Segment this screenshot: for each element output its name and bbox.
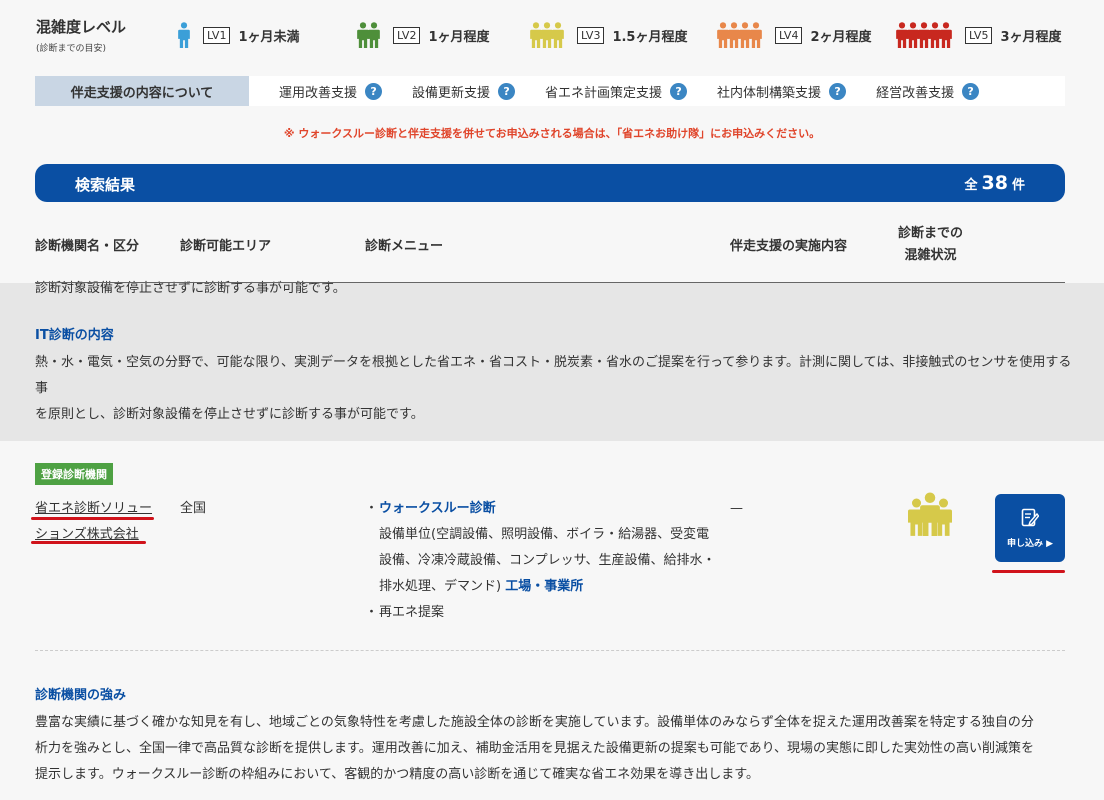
it-diagnosis-line: 熱・水・電気・空気の分野で、可能な限り、実測データを根拠とした省エネ・省コスト・… xyxy=(35,355,1072,396)
help-icon[interactable]: ? xyxy=(498,82,516,100)
support-item-equipment[interactable]: 設備更新支援? xyxy=(412,82,516,101)
level-text: 1ヶ月未満 xyxy=(238,29,300,45)
legend-level-3: LV3 1.5ヶ月程度 xyxy=(530,20,687,50)
column-header-menu: 診断メニュー xyxy=(365,239,444,254)
support-heading: 伴走支援の内容について xyxy=(35,76,249,106)
column-header-support: 伴走支援の実施内容 xyxy=(730,239,848,254)
strengths-line: 豊富な実績に基づく確かな知見を有し、地域ごとの気象特性を考慮した施設全体の診断を… xyxy=(35,715,1034,730)
column-header-name: 診断機関名・区分 xyxy=(35,239,140,254)
apply-button[interactable]: 申し込み ▶ xyxy=(995,494,1065,562)
column-header-congestion-line1: 診断までの xyxy=(898,226,964,241)
edit-document-icon xyxy=(1021,508,1039,527)
highlight-underline xyxy=(31,517,154,520)
diagnosis-menu: ・ ウォークスルー診断 設備単位(空調設備、照明設備、ボイラ・給湯器、受変電 設… xyxy=(365,496,715,626)
section-divider xyxy=(35,650,1065,651)
level-text: 3ヶ月程度 xyxy=(1000,29,1062,45)
level-badge: LV3 xyxy=(577,26,605,44)
legend-level-5: LV5 3ヶ月程度 xyxy=(896,20,1062,50)
menu-item-detail: 設備、冷凍冷蔵設備、コンプレッサ、生産設備、給排水・ xyxy=(379,553,716,568)
support-item-label: 運用改善支援 xyxy=(279,85,358,101)
results-count-suffix: 件 xyxy=(1011,178,1025,193)
bullet: ・ xyxy=(365,605,379,620)
results-count-prefix: 全 xyxy=(964,178,978,193)
it-diagnosis-line: を原則とし、診断対象設備を停止させずに診断する事が可能です。 xyxy=(35,407,424,422)
bullet: ・ xyxy=(365,501,379,516)
notice-text: ※ ウォークスルー診断と伴走支援を併せてお申込みされる場合は、「省エネお助け隊」… xyxy=(283,127,821,140)
level-badge: LV4 xyxy=(775,26,803,44)
header-divider xyxy=(35,282,1065,283)
company-name-line2[interactable]: ションズ株式会社 xyxy=(35,522,152,548)
support-item-label: 経営改善支援 xyxy=(876,85,955,101)
previous-entry-details: 診断対象設備を停止させずに診断する事が可能です。 IT診断の内容 熱・水・電気・… xyxy=(0,281,1104,441)
people-icon-lv2 xyxy=(357,22,380,48)
level-text: 1ヶ月程度 xyxy=(428,29,490,45)
registered-badge: 登録診断機関 xyxy=(35,463,113,485)
level-badge: LV2 xyxy=(393,26,421,44)
congestion-legend-title: 混雑度レベル xyxy=(36,18,127,36)
results-header: 検索結果 全 38 件 xyxy=(35,164,1065,202)
support-item-operation[interactable]: 運用改善支援? xyxy=(279,82,383,101)
menu-item-target: 工場・事業所 xyxy=(505,579,584,594)
legend-level-4: LV4 2ヶ月程度 xyxy=(717,20,872,50)
highlight-underline xyxy=(992,570,1065,573)
people-icon-lv5 xyxy=(896,22,952,48)
support-item-label: 設備更新支援 xyxy=(412,85,491,101)
it-diagnosis-heading: IT診断の内容 xyxy=(35,328,114,343)
support-item-plan[interactable]: 省エネ計画策定支援? xyxy=(545,82,688,101)
help-icon[interactable]: ? xyxy=(670,82,688,100)
help-icon[interactable]: ? xyxy=(365,82,383,100)
menu-item-detail: 設備単位(空調設備、照明設備、ボイラ・給湯器、受変電 xyxy=(379,527,710,542)
service-area: 全国 xyxy=(180,501,207,516)
congestion-people-icon xyxy=(908,492,952,540)
menu-item-title: ウォークスルー診断 xyxy=(379,501,496,516)
level-badge: LV1 xyxy=(203,26,231,44)
support-item-label: 省エネ計画策定支援 xyxy=(545,85,663,101)
people-icon-lv3 xyxy=(530,22,564,48)
support-item-organization[interactable]: 社内体制構築支援? xyxy=(717,82,847,101)
apply-button-label: 申し込み ▶ xyxy=(1006,539,1054,549)
column-header-congestion: 診断までの 混雑状況 xyxy=(898,223,963,267)
support-item-management[interactable]: 経営改善支援? xyxy=(876,82,980,101)
help-icon[interactable]: ? xyxy=(962,82,980,100)
highlight-underline xyxy=(31,541,146,544)
legend-level-1: LV1 1ヶ月未満 xyxy=(178,20,300,50)
results-title: 検索結果 xyxy=(75,176,136,194)
person-icon-lv1 xyxy=(178,22,190,48)
strengths-line: 提示します。ウォークスルー診断の枠組みにおいて、客観的かつ精度の高い診断を通じて… xyxy=(35,767,759,782)
menu-item-title: 再エネ提案 xyxy=(379,605,445,620)
people-icon-lv4 xyxy=(717,22,762,48)
results-count-number: 38 xyxy=(981,172,1008,194)
menu-item-detail: 排水処理、デマンド) xyxy=(379,579,502,594)
level-text: 2ヶ月程度 xyxy=(810,29,872,45)
legend-level-2: LV2 1ヶ月程度 xyxy=(357,20,490,50)
menu-item-detail-last: 排水処理、デマンド) 工場・事業所 xyxy=(379,574,715,600)
strengths-heading: 診断機関の強み xyxy=(35,688,127,703)
support-value: — xyxy=(730,501,743,516)
menu-item-renewable: ・ 再エネ提案 xyxy=(365,600,715,626)
help-icon[interactable]: ? xyxy=(829,82,847,100)
congestion-legend-subtitle: (診断までの目安) xyxy=(36,44,107,54)
column-header-area: 診断可能エリア xyxy=(180,239,272,254)
strengths-line: 析力を強みとし、全国一律で高品質な診断を提供します。運用改善に加え、補助金活用を… xyxy=(35,741,1035,756)
support-item-label: 社内体制構築支援 xyxy=(717,85,822,101)
strengths-text: 豊富な実績に基づく確かな知見を有し、地域ごとの気象特性を考慮した施設全体の診断を… xyxy=(35,710,1085,788)
level-badge: LV5 xyxy=(965,26,993,44)
support-menu-bar: 伴走支援の内容について 運用改善支援? 設備更新支援? 省エネ計画策定支援? 社… xyxy=(35,76,1065,106)
results-count: 全 38 件 xyxy=(965,172,1025,194)
level-text: 1.5ヶ月程度 xyxy=(612,29,688,45)
it-diagnosis-text: 熱・水・電気・空気の分野で、可能な限り、実測データを根拠とした省エネ・省コスト・… xyxy=(35,350,1075,428)
menu-item-walkthrough: ・ ウォークスルー診断 設備単位(空調設備、照明設備、ボイラ・給湯器、受変電 設… xyxy=(365,496,715,600)
previous-entry-tail-text: 診断対象設備を停止させずに診断する事が可能です。 xyxy=(35,281,346,296)
column-header-congestion-line2: 混雑状況 xyxy=(904,248,957,263)
